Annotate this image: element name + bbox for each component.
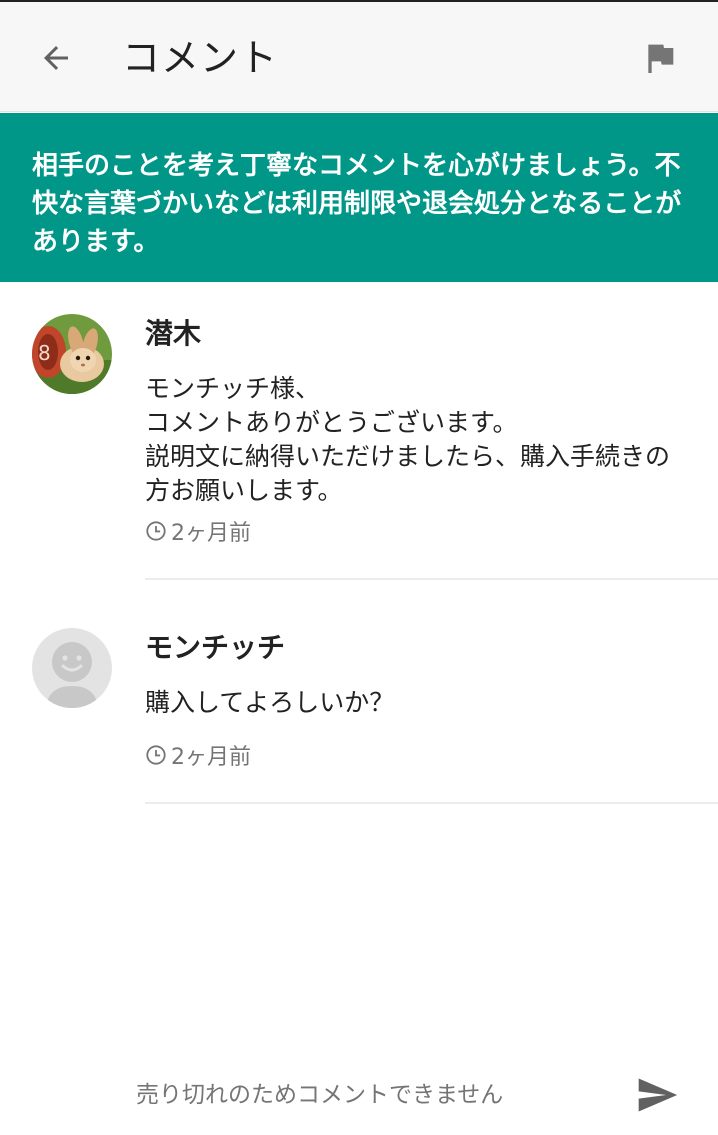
rabbit-avatar-icon: 8 <box>32 314 112 394</box>
divider <box>145 802 718 804</box>
default-user-avatar-icon <box>32 628 112 708</box>
arrow-back-icon <box>44 46 68 70</box>
comment-author: 潜木 <box>145 317 202 350</box>
app-bar: コメント <box>0 2 718 112</box>
comment-timestamp: 2ヶ月前 <box>145 739 251 771</box>
comment-input[interactable] <box>136 1075 596 1115</box>
comment-item: モンチッチ 購入してよろしいか？ 2ヶ月前 <box>0 580 718 804</box>
report-button[interactable] <box>630 30 690 86</box>
svg-text:8: 8 <box>38 341 51 365</box>
page-title: コメント <box>122 36 279 80</box>
comment-author: モンチッチ <box>145 631 286 664</box>
avatar[interactable] <box>32 628 112 708</box>
comment-body: 購入してよろしいか？ <box>145 688 395 717</box>
back-button[interactable] <box>28 30 84 86</box>
clock-icon <box>146 745 166 765</box>
comment-body: モンチッチ様、 コメントありがとうございます。 説明文に納得いただけましたら、購… <box>145 374 671 505</box>
comment-guideline-notice: 相手のことを考え丁寧なコメントを心がけましょう。不快な言葉づかいなどは利用制限や… <box>0 113 718 282</box>
avatar[interactable]: 8 <box>32 314 112 394</box>
timestamp-text: 2ヶ月前 <box>171 745 251 770</box>
comment-item: 8 潜木 モンチッチ様、 コメントありがとうございます。 説明文に納得いただけま… <box>0 282 718 580</box>
send-button[interactable] <box>630 1071 684 1119</box>
notice-text: 相手のことを考え丁寧なコメントを心がけましょう。不快な言葉づかいなどは利用制限や… <box>32 151 682 257</box>
comment-input-bar <box>0 1055 718 1135</box>
flag-icon <box>648 44 674 73</box>
timestamp-text: 2ヶ月前 <box>171 521 251 546</box>
send-icon <box>638 1078 678 1112</box>
comment-timestamp: 2ヶ月前 <box>145 515 251 547</box>
clock-icon <box>146 521 166 541</box>
